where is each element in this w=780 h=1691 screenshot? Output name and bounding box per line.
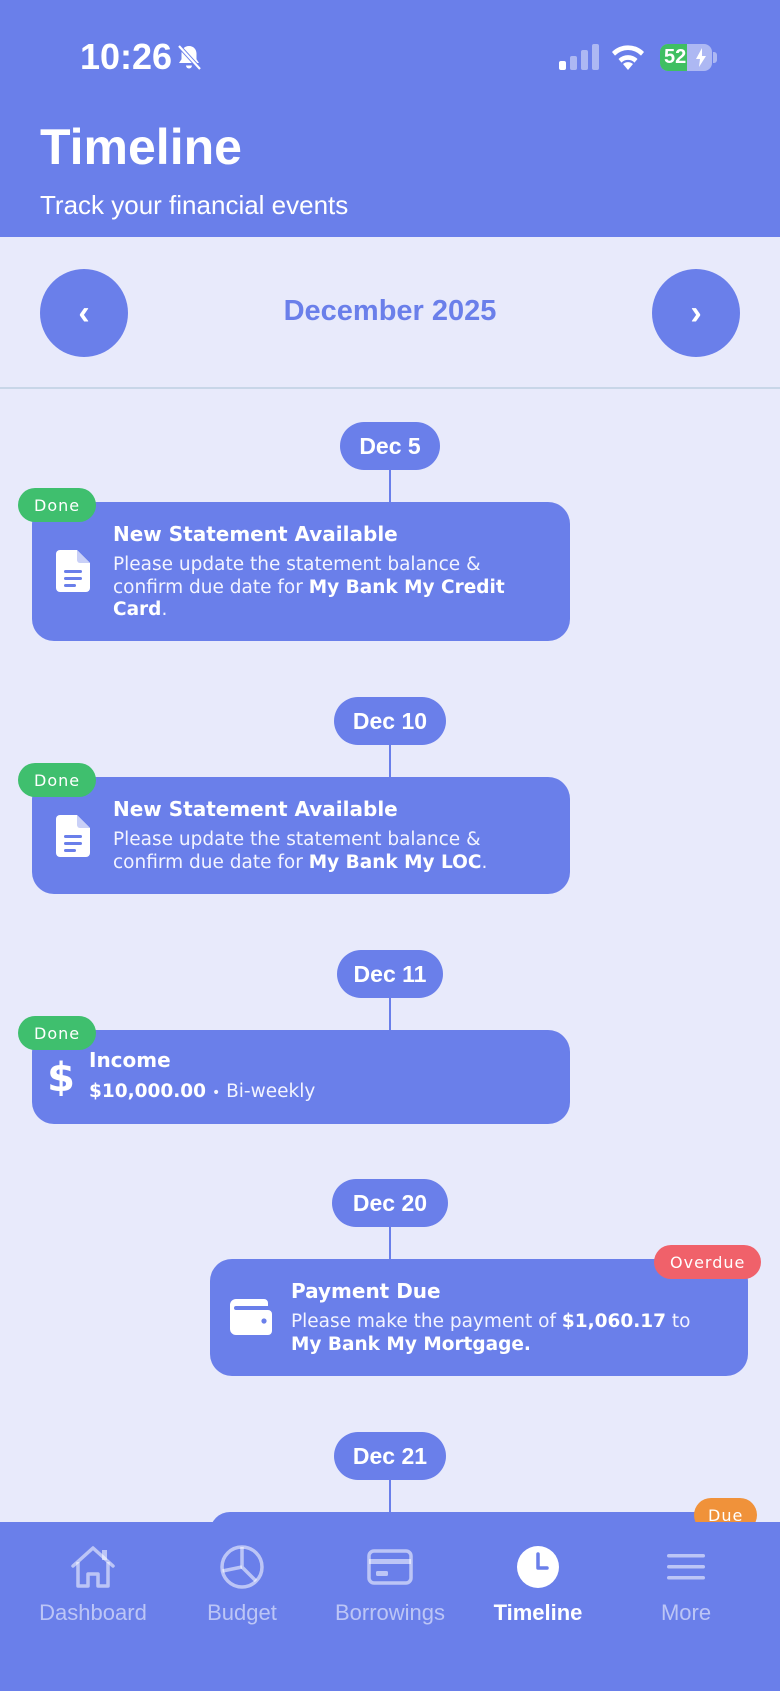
timeline-event-card[interactable]: $ Income $10,000.00 • Bi-weekly [32,1030,570,1124]
menu-icon [667,1554,705,1580]
date-pill: Dec 21 [334,1432,446,1480]
page-subtitle: Track your financial events [40,190,349,220]
tab-label: Timeline [493,1600,583,1625]
next-month-button[interactable]: › [652,269,740,357]
tab-more[interactable]: More [608,1544,764,1644]
timeline-connector [389,470,391,502]
home-icon [71,1546,115,1588]
battery-nub [713,52,717,63]
event-description: $10,000.00 • Bi-weekly [89,1081,529,1105]
page-title: Timeline [40,119,242,175]
status-time: 10:26 [80,36,173,77]
clock-icon [517,1546,559,1588]
credit-card-icon [367,1549,413,1585]
income-frequency: Bi-weekly [226,1081,316,1102]
document-icon [56,550,90,592]
event-description: Please make the payment of $1,060.17 to … [291,1311,711,1356]
tab-label: Dashboard [39,1600,147,1625]
tab-budget[interactable]: Budget [164,1544,320,1644]
app-header: 10:26 52 Timeline Track your financial e… [0,0,780,237]
tab-label: Borrowings [334,1600,446,1625]
event-description-mid: to [666,1311,691,1332]
tab-borrowings[interactable]: Borrowings [312,1544,468,1644]
income-amount: $10,000.00 [89,1081,207,1102]
event-description: Please update the statement balance & co… [113,554,533,622]
event-description-text: Please make the payment of [291,1311,562,1332]
month-navigator: ‹ December 2025 › [0,237,780,389]
tab-timeline[interactable]: Timeline [460,1544,616,1644]
date-pill: Dec 11 [337,950,443,998]
battery-indicator: 52 [660,44,712,71]
event-title: New Statement Available [113,522,398,546]
tab-label: More [660,1600,712,1625]
timeline-connector [389,1480,391,1512]
event-description-end: . [161,599,168,620]
event-title: Income [89,1048,171,1072]
timeline-connector [389,998,391,1030]
date-pill: Dec 5 [340,422,440,470]
wifi-icon [612,45,644,70]
pie-chart-icon [220,1545,264,1589]
event-title: New Statement Available [113,797,398,821]
wallet-icon [230,1299,272,1335]
event-title: Payment Due [291,1279,441,1303]
bottom-tab-bar: Dashboard Budget Borrowings Timeline Mor… [0,1522,780,1691]
event-description: Please update the statement balance & co… [113,829,533,874]
status-badge: Done [18,1016,97,1050]
timeline-event-card[interactable]: New Statement Available Please update th… [32,777,570,894]
event-description-end: . [481,851,488,873]
status-badge: Done [18,488,97,522]
charging-bolt-icon [696,48,706,67]
date-pill: Dec 10 [334,697,446,745]
status-badge: Done [18,763,97,797]
bell-muted-icon [177,44,202,71]
signal-icon [559,44,599,70]
timeline-connector [389,745,391,777]
battery-percent: 52 [664,46,687,68]
timeline-event-card[interactable]: New Statement Available Please update th… [32,502,570,641]
timeline-connector [389,1227,391,1259]
document-icon [56,815,90,857]
date-pill: Dec 20 [332,1179,448,1227]
tab-label: Budget [207,1600,277,1625]
dollar-icon: $ [48,1056,74,1096]
event-account-name: My Bank My Mortgage. [291,1333,531,1355]
separator-dot: • [211,1085,221,1101]
svg-text:$: $ [48,1056,74,1096]
payment-amount: $1,060.17 [561,1311,667,1332]
status-badge: Overdue [654,1245,762,1279]
event-account-name: My Bank My LOC [308,851,482,873]
tab-dashboard[interactable]: Dashboard [15,1544,171,1644]
